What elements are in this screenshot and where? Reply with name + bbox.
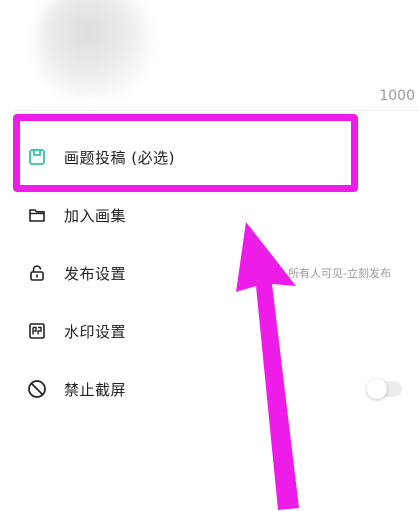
- character-count: 1000: [379, 88, 415, 104]
- watermark-icon: [27, 321, 47, 341]
- menu-item-label: 禁止截屏: [64, 380, 127, 399]
- publish-visibility-value: 所有人可见-立刻发布: [288, 267, 391, 280]
- divider: [14, 110, 419, 111]
- lock-icon: [27, 263, 47, 283]
- menu-item-disable-screenshot[interactable]: 禁止截屏: [0, 361, 419, 417]
- toggle-knob: [367, 379, 387, 399]
- menu-item-topic-submission[interactable]: 画题投稿 (必选): [0, 129, 419, 185]
- draft-box-icon: [27, 147, 47, 167]
- menu-item-label: 发布设置: [64, 264, 127, 283]
- menu-item-watermark-settings[interactable]: 水印设置: [0, 303, 419, 359]
- menu-item-add-to-collection[interactable]: 加入画集: [0, 187, 419, 243]
- menu-item-label: 加入画集: [64, 206, 127, 225]
- publish-settings-screen: 1000 画题投稿 (必选) 加入画集 发布设置 所有人可见-立刻发布 水印设置…: [0, 0, 419, 511]
- menu-item-label: 画题投稿 (必选): [64, 148, 175, 167]
- artwork-preview-thumbnail[interactable]: [38, 0, 148, 95]
- menu-item-label: 水印设置: [64, 322, 127, 341]
- folder-icon: [27, 205, 47, 225]
- no-screenshot-icon: [27, 379, 47, 399]
- disable-screenshot-toggle[interactable]: [367, 379, 402, 399]
- menu-item-publish-settings[interactable]: 发布设置 所有人可见-立刻发布: [0, 245, 419, 301]
